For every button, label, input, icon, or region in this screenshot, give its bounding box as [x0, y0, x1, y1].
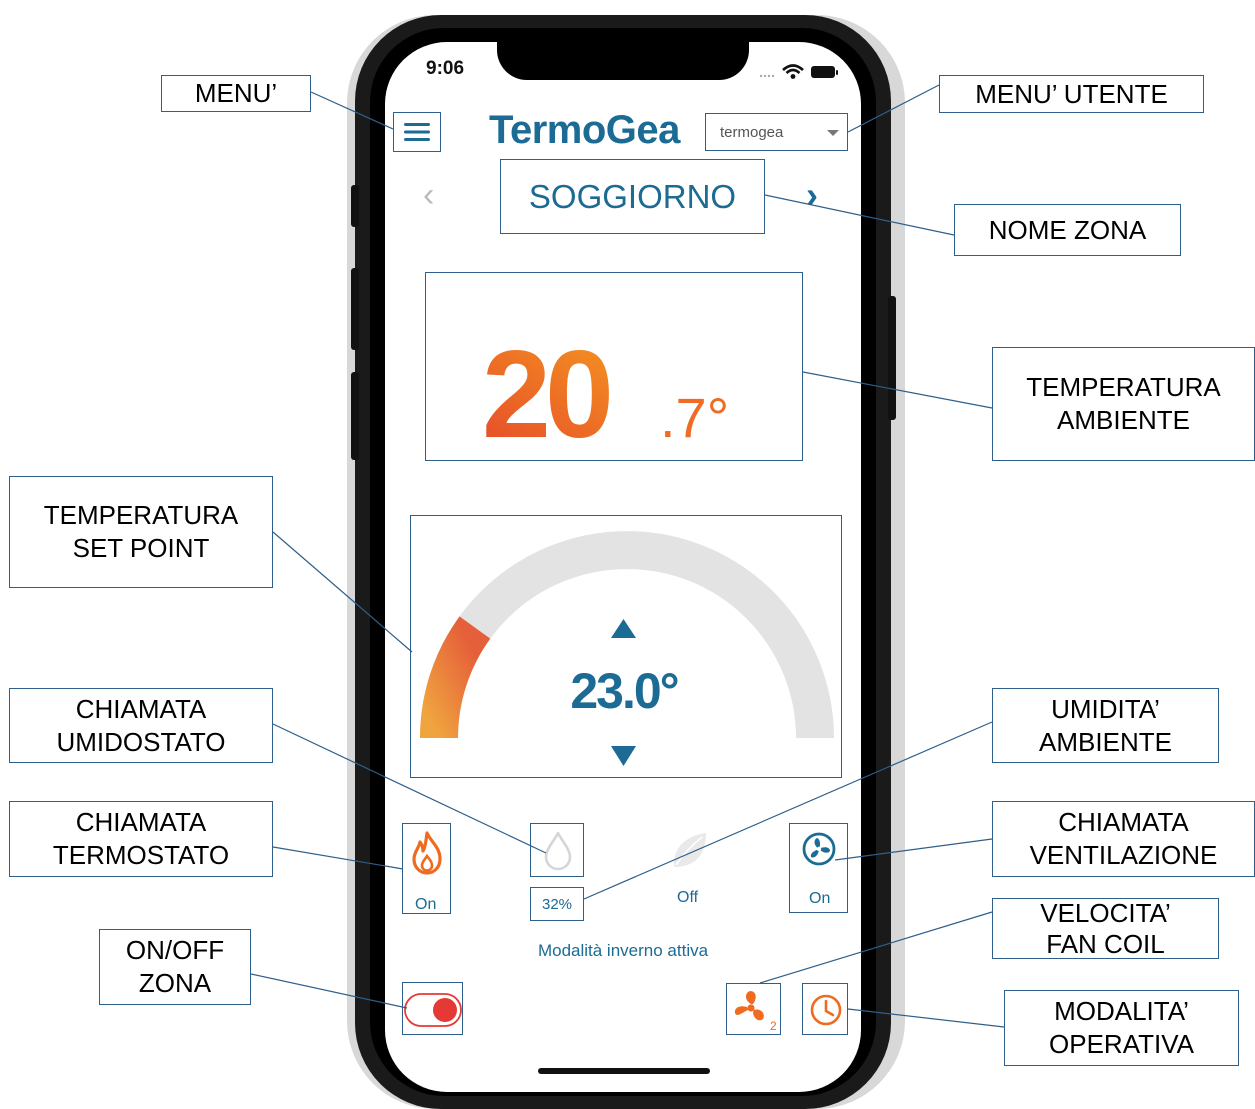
setpoint-box: 23.0°	[410, 515, 842, 778]
volume-up-button	[351, 268, 359, 350]
ventilation-call-box: On	[789, 823, 848, 913]
callout-room-temp-line1: TEMPERATURA	[1026, 372, 1221, 402]
user-select-value: termogea	[720, 124, 784, 141]
callout-fan-speed: VELOCITA’ FAN COIL	[992, 898, 1219, 959]
callout-fan-speed-line1: VELOCITA’	[1040, 897, 1171, 928]
zone-prev-button[interactable]: ‹	[423, 176, 434, 215]
setpoint-value: 23.0°	[570, 663, 677, 719]
propeller-icon: 2	[734, 991, 777, 1032]
callout-operating-mode: MODALITA’ OPERATIVA	[1004, 990, 1239, 1066]
zone-onoff-toggle[interactable]	[402, 982, 463, 1035]
mode-status-text: Modalità inverno attiva	[537, 941, 709, 960]
callout-setpoint: TEMPERATURA SET POINT	[9, 476, 273, 588]
power-button	[888, 296, 896, 420]
brand-text-part1: Termo	[489, 108, 606, 152]
humidity-value: 32%	[541, 895, 573, 913]
room-temp-integer: 20	[482, 326, 609, 462]
leaf-icon	[673, 833, 706, 867]
callout-setpoint-line2: SET POINT	[72, 533, 210, 563]
zone-next-button[interactable]: ›	[806, 174, 818, 216]
humidistat-call-box	[530, 823, 584, 877]
volume-down-button	[351, 372, 359, 460]
callout-menu: MENU’	[161, 75, 311, 112]
callout-fan-speed-line2: FAN COIL	[1046, 928, 1165, 959]
flame-icon	[412, 831, 442, 875]
callout-humidistat-line1: CHIAMATA	[75, 693, 207, 724]
mute-switch	[351, 185, 359, 227]
status-time: 9:06	[426, 58, 465, 79]
callout-humidistat: CHIAMATA UMIDOSTATO	[9, 688, 273, 763]
brand-logo: TermoGea	[489, 108, 680, 153]
callout-onoff-line2: ZONA	[138, 968, 212, 998]
callout-humidistat-line2: UMIDOSTATO	[56, 726, 226, 757]
room-temp-decimal: .7°	[660, 386, 729, 449]
fan-icon	[802, 832, 836, 866]
callout-onoff-line1: ON/OFF	[125, 935, 225, 965]
callout-thermostat-line1: CHIAMATA	[75, 807, 207, 837]
setpoint-up-arrow[interactable]	[611, 619, 636, 638]
callout-mode-line1: MODALITA’	[1054, 996, 1189, 1026]
setpoint-arc-fill	[420, 616, 491, 739]
thermostat-status: On	[415, 896, 437, 913]
user-menu-select[interactable]: termogea	[705, 113, 848, 151]
room-temperature-box: 20 .7°	[425, 272, 803, 464]
callout-ventilation-line2: VENTILAZIONE	[1029, 840, 1218, 870]
water-drop-icon	[544, 831, 572, 871]
fan-speed-button[interactable]: 2	[726, 983, 781, 1035]
fan-speed-value: 2	[770, 1019, 777, 1032]
status-icons	[757, 62, 847, 87]
callout-ventilation-line1: CHIAMATA	[1058, 807, 1189, 837]
callout-zone-name-text: NOME ZONA	[988, 214, 1147, 245]
eco-status: Off	[677, 889, 699, 906]
ventilation-status: On	[809, 890, 831, 907]
callout-ventilation: CHIAMATA VENTILAZIONE	[992, 801, 1255, 877]
callout-humidity-line2: AMBIENTE	[1039, 726, 1172, 757]
callout-thermostat: CHIAMATA TERMOSTATO	[9, 801, 273, 877]
home-indicator	[538, 1068, 710, 1074]
signal-wifi-battery-icon	[759, 64, 838, 79]
callout-zone-name: NOME ZONA	[954, 204, 1181, 256]
phone-notch	[497, 34, 749, 80]
callout-humidity: UMIDITA’ AMBIENTE	[992, 688, 1219, 763]
setpoint-gauge: 23.0°	[420, 531, 834, 766]
operating-mode-button[interactable]	[802, 983, 848, 1035]
callout-user-menu: MENU’ UTENTE	[939, 75, 1204, 113]
clock-icon	[810, 994, 842, 1026]
callout-room-temperature: TEMPERATURA AMBIENTE	[992, 347, 1255, 461]
chevron-down-icon	[827, 130, 839, 136]
callout-onoff: ON/OFF ZONA	[99, 929, 251, 1005]
zone-name: SOGGIORNO	[528, 177, 737, 215]
thermostat-call-box: On	[402, 823, 451, 914]
hamburger-icon	[404, 123, 430, 141]
callout-user-menu-text: MENU’ UTENTE	[975, 78, 1168, 109]
callout-setpoint-line1: TEMPERATURA	[43, 500, 239, 530]
humidity-box: 32%	[530, 887, 584, 921]
menu-button[interactable]	[393, 112, 441, 152]
setpoint-down-arrow[interactable]	[611, 746, 636, 766]
toggle-switch	[404, 993, 462, 1027]
room-temperature-display: 20 .7°	[482, 326, 729, 464]
brand-text-part2: Gea	[605, 108, 681, 152]
callout-thermostat-line2: TERMOSTATO	[52, 840, 230, 870]
callout-room-temp-line2: AMBIENTE	[1057, 405, 1190, 435]
callout-humidity-line1: UMIDITA’	[1051, 693, 1160, 724]
zone-name-box: SOGGIORNO	[500, 159, 765, 234]
callout-menu-text: MENU’	[194, 78, 278, 108]
callout-mode-line2: OPERATIVA	[1049, 1029, 1194, 1059]
